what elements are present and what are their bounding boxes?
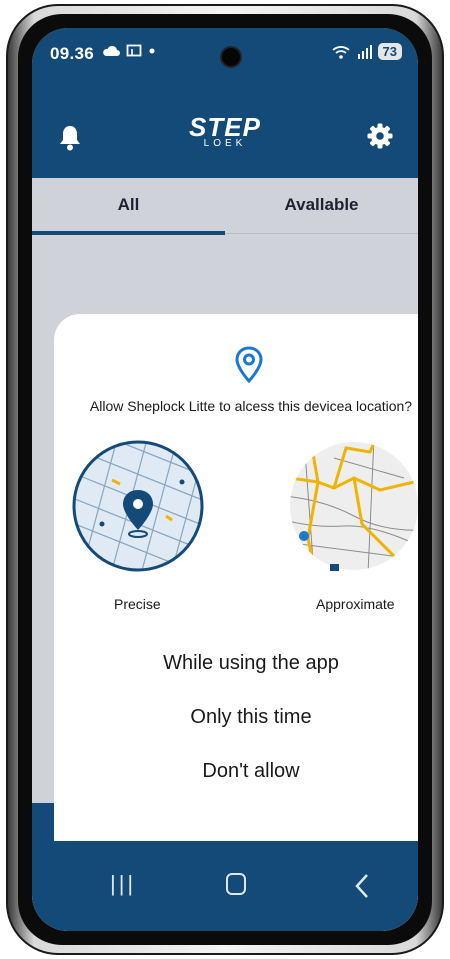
tab-indicator — [32, 231, 225, 235]
only-this-time-button[interactable]: Only this time — [54, 706, 418, 729]
dont-allow-button[interactable]: Don't allow — [54, 760, 418, 783]
front-camera — [220, 46, 242, 68]
phone-bezel: 09.36 73 STEP LOEK All Avallable Allow S… — [18, 14, 432, 945]
status-time: 09.36 — [50, 44, 95, 63]
brand-logo: STEP LOEK — [32, 114, 418, 149]
tab-all[interactable]: All — [32, 178, 225, 234]
location-pin-icon — [235, 346, 263, 384]
tab-available[interactable]: Avallable — [225, 178, 418, 234]
location-permission-dialog: Allow Sheplock Litte to alcess this devi… — [54, 314, 418, 872]
recents-icon[interactable]: ||| — [110, 871, 136, 897]
signal-icon — [357, 44, 372, 59]
while-using-app-button[interactable]: While using the app — [54, 652, 418, 675]
message-icon — [126, 44, 142, 57]
toolbar: STEP LOEK — [32, 106, 418, 160]
back-icon[interactable] — [354, 873, 370, 899]
cloud-icon — [103, 45, 120, 56]
phone-frame: 09.36 73 STEP LOEK All Avallable Allow S… — [6, 4, 444, 955]
dot-icon — [149, 48, 155, 54]
status-notification-icons — [102, 44, 156, 58]
precise-label: Precise — [114, 596, 161, 612]
home-icon[interactable] — [226, 873, 246, 895]
precise-map-option[interactable] — [70, 438, 206, 574]
dialog-question: Allow Sheplock Litte to alcess this devi… — [89, 398, 413, 414]
wifi-icon — [331, 45, 350, 59]
status-right-icons: 73 — [331, 43, 402, 60]
gear-icon[interactable] — [366, 122, 394, 150]
brand-main-text: STEP — [189, 112, 261, 142]
approximate-map-option[interactable] — [284, 438, 418, 574]
status-bar: 09.36 73 — [32, 40, 418, 68]
approximate-label: Approximate — [316, 596, 395, 612]
tab-bar: All Avallable — [32, 178, 418, 235]
app-header: 09.36 73 STEP LOEK — [32, 28, 418, 178]
system-navigation-bar: ||| — [32, 841, 418, 931]
screen: 09.36 73 STEP LOEK All Avallable Allow S… — [32, 28, 418, 931]
battery-indicator: 73 — [377, 43, 402, 60]
brand-sub-text: LOEK — [203, 138, 247, 149]
